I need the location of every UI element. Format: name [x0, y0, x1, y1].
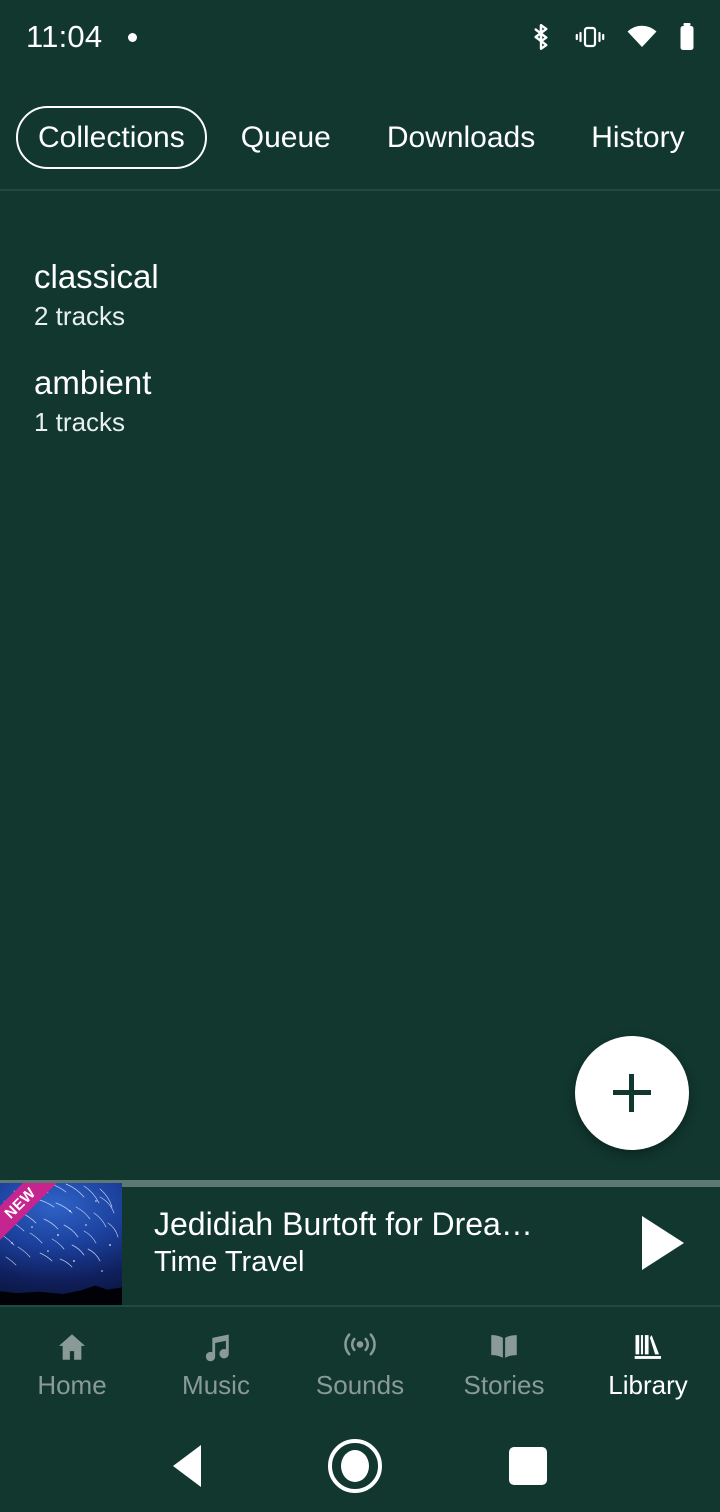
track-subtitle: Time Travel: [154, 1246, 305, 1279]
nav-label-music: Music: [182, 1369, 250, 1400]
nav-label-home: Home: [37, 1369, 107, 1400]
music-note-icon: [199, 1330, 233, 1364]
book-icon: [486, 1330, 522, 1364]
tab-queue[interactable]: Queue: [219, 106, 353, 169]
tab-bar-divider: [0, 189, 720, 191]
system-navigation-bar: [0, 1420, 720, 1512]
status-clock: 11:04: [26, 19, 103, 54]
recents-button[interactable]: [508, 1447, 547, 1485]
collection-title: ambient: [34, 363, 152, 401]
album-artwork: NEW: [0, 1183, 122, 1305]
bottom-navigation: Home Music Sounds Stories Library: [0, 1307, 720, 1420]
broadcast-icon: [342, 1330, 378, 1364]
nav-item-stories[interactable]: Stories: [432, 1330, 576, 1398]
plus-icon: [613, 1074, 651, 1112]
add-collection-fab[interactable]: [575, 1036, 689, 1150]
list-item[interactable]: ambient 1 tracks: [0, 346, 720, 452]
nav-label-stories: Stories: [463, 1369, 545, 1400]
tab-bar: Collections Queue Downloads History: [0, 85, 720, 189]
nav-item-home[interactable]: Home: [0, 1330, 144, 1398]
tab-downloads[interactable]: Downloads: [365, 106, 557, 169]
collection-track-count: 1 tracks: [34, 406, 126, 437]
battery-icon: [678, 22, 696, 52]
play-button[interactable]: [600, 1180, 720, 1305]
notification-dot-icon: [128, 32, 138, 42]
bluetooth-icon: [528, 22, 554, 52]
collection-track-count: 2 tracks: [34, 300, 126, 331]
home-button[interactable]: [327, 1439, 382, 1493]
mini-player[interactable]: NEW Jedidiah Burtoft for Drea… Time Trav…: [0, 1180, 720, 1305]
app-root: 11:04 Collections Queue Downloads Histor…: [0, 0, 720, 1512]
status-icons: [528, 22, 696, 52]
now-playing-meta: Jedidiah Burtoft for Drea… Time Travel: [122, 1180, 600, 1305]
play-icon: [642, 1215, 684, 1270]
nav-item-sounds[interactable]: Sounds: [288, 1330, 432, 1398]
library-books-icon: [631, 1330, 665, 1364]
back-button[interactable]: [173, 1445, 202, 1487]
status-bar: 11:04: [0, 0, 720, 74]
vibrate-icon: [574, 23, 606, 51]
home-icon: [55, 1330, 89, 1364]
nav-label-library: Library: [608, 1369, 688, 1400]
tab-collections[interactable]: Collections: [16, 105, 207, 169]
list-item[interactable]: classical 2 tracks: [0, 240, 720, 346]
track-title: Jedidiah Burtoft for Drea…: [154, 1205, 533, 1242]
tab-history[interactable]: History: [569, 106, 706, 169]
collection-title: classical: [34, 258, 159, 295]
nav-item-library[interactable]: Library: [576, 1330, 720, 1398]
nav-label-sounds: Sounds: [315, 1369, 405, 1400]
nav-item-music[interactable]: Music: [144, 1330, 288, 1398]
wifi-icon: [626, 24, 658, 50]
collections-list: classical 2 tracks ambient 1 tracks: [0, 240, 720, 452]
